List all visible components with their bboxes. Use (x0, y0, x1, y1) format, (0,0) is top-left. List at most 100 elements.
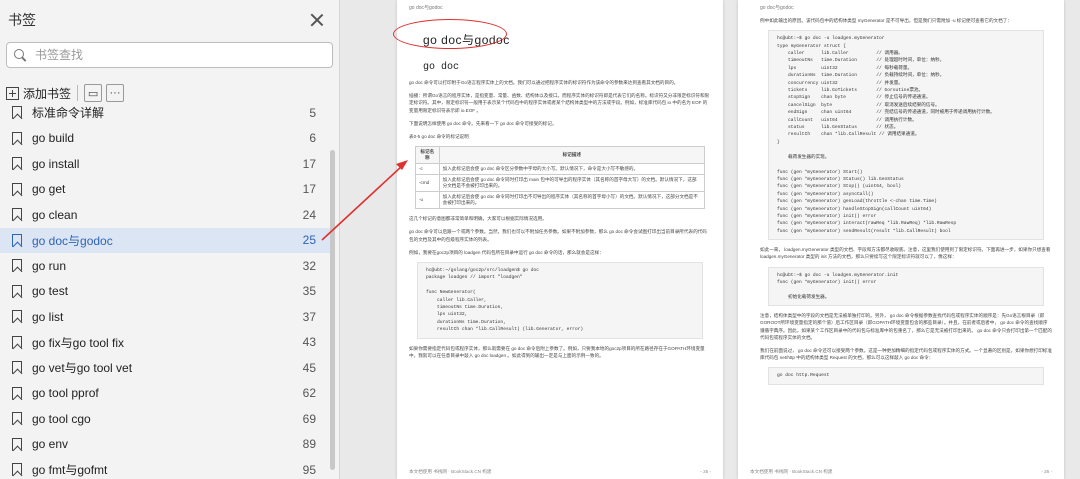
bookmark-label: go tool cgo (32, 411, 91, 426)
bookmark-icon (12, 386, 22, 400)
add-bookmark-label: 添加书签 (23, 86, 72, 101)
sidebar-header: 书签 (0, 0, 339, 40)
bookmark-label: go doc与godoc (32, 233, 113, 248)
table-header: 标记名称 (415, 146, 440, 165)
bookmark-label: go env (32, 437, 69, 452)
bookmark-page-number: 17 (302, 156, 316, 171)
search-icon (13, 48, 27, 62)
page-footer: 本文档使用 书栈网 · BookStack.CN 构建 - 26 - (750, 469, 1052, 475)
bookmark-page-number: 89 (302, 437, 316, 452)
paragraph: 我们在前面说过， go doc 命令还可以接受两个参数。这是一种更加精细的指定代… (760, 348, 1052, 361)
page-footer: 本文档使用 书栈网 · BookStack.CN 构建 - 25 - (409, 469, 711, 475)
close-icon[interactable] (309, 12, 325, 28)
bookmark-icon (12, 310, 22, 324)
bookmark-icon (12, 335, 22, 349)
bookmark-page-number: 62 (302, 386, 316, 401)
code-block: hc@ubt:~$ go doc -u loadgen.myGenerator.… (768, 266, 1044, 307)
bookmark-label: go tool pprof (32, 386, 99, 401)
bookmark-item[interactable]: go install 17 (0, 151, 330, 177)
bookmark-item[interactable]: go tool cgo 69 (0, 406, 330, 432)
bookmark-icon (12, 106, 22, 120)
bookmark-page-number: 45 (302, 360, 316, 375)
bookmark-label: go clean (32, 207, 78, 222)
running-head: go doc与godoc (760, 5, 794, 11)
bookmark-label: go fix与go tool fix (32, 335, 125, 350)
bookmark-page-number: 43 (302, 335, 316, 350)
bookmark-page-number: 6 (309, 131, 316, 146)
bookmark-search-input[interactable] (35, 48, 326, 62)
bookmark-icon (12, 208, 22, 222)
bookmark-icon (12, 233, 22, 247)
sidebar-title: 书签 (8, 12, 36, 28)
bookmark-page-number: 5 (309, 105, 316, 120)
paragraph: 如果你需要指定代码包或程序实体，那么就需要在 go doc 命令后附上参数了。例… (409, 345, 705, 358)
bookmark-item[interactable]: 标准命令详解 5 (0, 100, 330, 126)
code-block: go doc http.Request (768, 367, 1044, 385)
sidebar-scrollbar[interactable] (330, 150, 335, 470)
paragraph: 如此一来， loadgen.myGenerator 类型的文档、字段和方法都尽收… (760, 247, 1051, 260)
bookmark-icon (12, 259, 22, 273)
bookmark-list: 标准命令详解 5 go build 6 go install 17 go get 17 go c… (0, 100, 330, 479)
bookmark-page-number: 95 (302, 462, 316, 477)
bookmark-search-box[interactable] (6, 42, 333, 68)
bookmark-item[interactable]: go list 37 (0, 304, 330, 330)
table-header: 标记描述 (438, 146, 705, 165)
document-page-left: go doc与godoc go doc与godoc go doc go doc … (397, 0, 723, 479)
toolbar-divider (77, 85, 79, 101)
table-cell: 加入此标记后会使 go doc 命令区分参数中字母的大小写。默认情况下，命令是大… (438, 163, 705, 176)
table-caption: 表0-5 go doc 命令的标记说明 (409, 134, 469, 140)
footer-text: 本文档使用 书栈网 · BookStack.CN 构建 (409, 469, 492, 474)
flags-table: 标记名称 标记描述 -c 加入此标记后会使 go doc 命令区分参数中字母的大… (415, 146, 705, 210)
bookmark-label: go fmt与gofmt (32, 463, 108, 478)
paragraph: go doc 命令可以后跟一个或两个参数。当然，我们也可以不附加任务参数。如果不… (409, 229, 707, 242)
bookmark-item[interactable]: go run 32 (0, 253, 330, 279)
bookmark-icon (12, 157, 22, 171)
paragraph: 例如，我要在goc2p项目的 loadgen 代码包所在目录中运行 go doc… (409, 249, 604, 255)
bookmark-page-number: 24 (302, 207, 316, 222)
bookmark-item[interactable]: go env 89 (0, 432, 330, 458)
bookmark-icon (12, 437, 22, 451)
bookmark-icon (12, 182, 22, 196)
bookmark-icon (12, 412, 22, 426)
bookmark-item[interactable]: go clean 24 (0, 202, 330, 228)
paragraph: 这几个标记的意图都非常简单和明确，大家可以根据实际情况选用。 (409, 216, 547, 222)
bookmark-label: go build (32, 131, 75, 146)
bookmark-item[interactable]: go fix与go tool fix 43 (0, 330, 330, 356)
page-subheading: go doc (423, 62, 460, 73)
page-number: - 25 - (700, 469, 711, 474)
bookmark-item[interactable]: go fmt与gofmt 95 (0, 457, 330, 479)
bookmark-item[interactable]: go test 35 (0, 279, 330, 305)
bookmarks-sidebar: 书签 添加书签 ▭ ··· 标准命令详解5go build6go install… (0, 0, 340, 479)
bookmark-label: go get (32, 182, 66, 197)
running-head: go doc与godoc (409, 5, 443, 11)
table-cell: -cmd (415, 174, 440, 193)
bookmark-item[interactable]: go tool pprof 62 (0, 381, 330, 407)
page-number: - 26 - (1041, 469, 1052, 474)
table-cell: 加入此标记后会使 go doc 命令同时打印出不可导出的程序实体（其名称的首字母… (438, 191, 705, 210)
bookmark-label: go list (32, 309, 64, 324)
bookmark-item[interactable]: go doc与godoc 25 (0, 227, 330, 253)
bookmark-icon (12, 361, 22, 375)
bookmark-icon (12, 131, 22, 145)
bookmark-label: 标准命令详解 (32, 106, 105, 121)
highlight-ellipse (393, 19, 507, 49)
bookmark-page-number: 35 (302, 284, 316, 299)
document-page-right: go doc与godoc 例中如此输出的原因。该代码包中的结构体类型 myGen… (738, 0, 1064, 479)
table-cell: -u (415, 191, 440, 210)
bookmark-page-number: 37 (302, 309, 316, 324)
bookmark-page-number: 25 (302, 233, 316, 248)
table-cell: 加入此标记后会使 go doc 命令同时打印出 main 包中的可导出的程序实体… (438, 174, 705, 193)
bookmark-label: go test (32, 284, 69, 299)
bookmark-page-number: 17 (302, 182, 316, 197)
code-block: hc@ubt:~$ go doc -u loadgen.myGenerator … (768, 30, 1044, 241)
paragraph: 注意，结构体类型中的字段的文档是无法被单独打印的。另外， go doc 命令根据… (760, 313, 1052, 340)
bookmark-item[interactable]: go build 6 (0, 126, 330, 152)
bookmark-item[interactable]: go vet与go tool vet 45 (0, 355, 330, 381)
paragraph: 例中如此输出的原因。该代码包中的结构体类型 myGenerator 是不可导出，… (760, 18, 1012, 23)
table-row: -u 加入此标记后会使 go doc 命令同时打印出不可导出的程序实体（其名称的… (415, 191, 705, 210)
bookmark-page-number: 69 (302, 411, 316, 426)
table-row: -c 加入此标记后会使 go doc 命令区分参数中字母的大小写。默认情况下，命… (415, 163, 705, 176)
table-row: -cmd 加入此标记后会使 go doc 命令同时打印出 main 包中的可导出… (415, 174, 705, 193)
bookmark-item[interactable]: go get 17 (0, 177, 330, 203)
bookmark-icon (12, 284, 22, 298)
